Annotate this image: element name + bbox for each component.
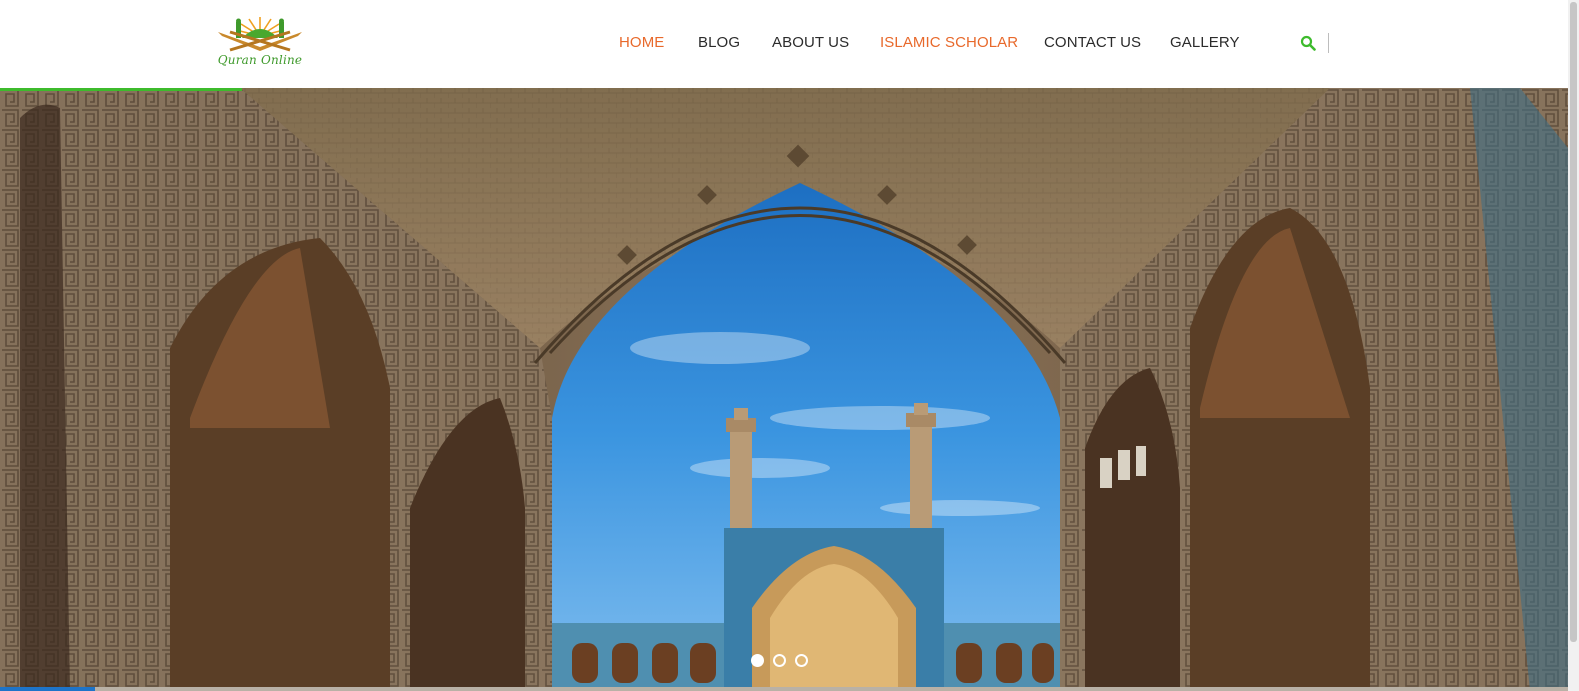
page-scrollbar-thumb[interactable] bbox=[1570, 2, 1577, 642]
search-icon[interactable] bbox=[1300, 35, 1316, 51]
bottom-strip-accent bbox=[0, 687, 95, 691]
quran-logo-icon bbox=[218, 17, 302, 52]
nav-blog[interactable]: BLOG bbox=[698, 34, 740, 51]
header-progress-line bbox=[0, 88, 242, 91]
mosque-arch-image bbox=[0, 88, 1568, 691]
slider-dot-1[interactable] bbox=[751, 654, 764, 667]
nav-contact-us[interactable]: CONTACT US bbox=[1044, 34, 1141, 51]
logo-text: Quran Online bbox=[217, 53, 303, 67]
slider-dot-2[interactable] bbox=[773, 654, 786, 667]
hero-slider[interactable] bbox=[0, 88, 1568, 691]
nav-gallery[interactable]: GALLERY bbox=[1170, 34, 1240, 51]
nav-home[interactable]: HOME bbox=[619, 34, 664, 51]
bottom-strip bbox=[0, 687, 1568, 691]
site-header: Quran Online HOME BLOG ABOUT US ISLAMIC … bbox=[0, 0, 1568, 88]
site-logo[interactable]: Quran Online bbox=[212, 14, 308, 72]
nav-about-us[interactable]: ABOUT US bbox=[772, 34, 849, 51]
nav-islamic-scholar[interactable]: ISLAMIC SCHOLAR bbox=[880, 34, 1018, 51]
nav-divider bbox=[1328, 33, 1329, 53]
slider-dot-3[interactable] bbox=[795, 654, 808, 667]
